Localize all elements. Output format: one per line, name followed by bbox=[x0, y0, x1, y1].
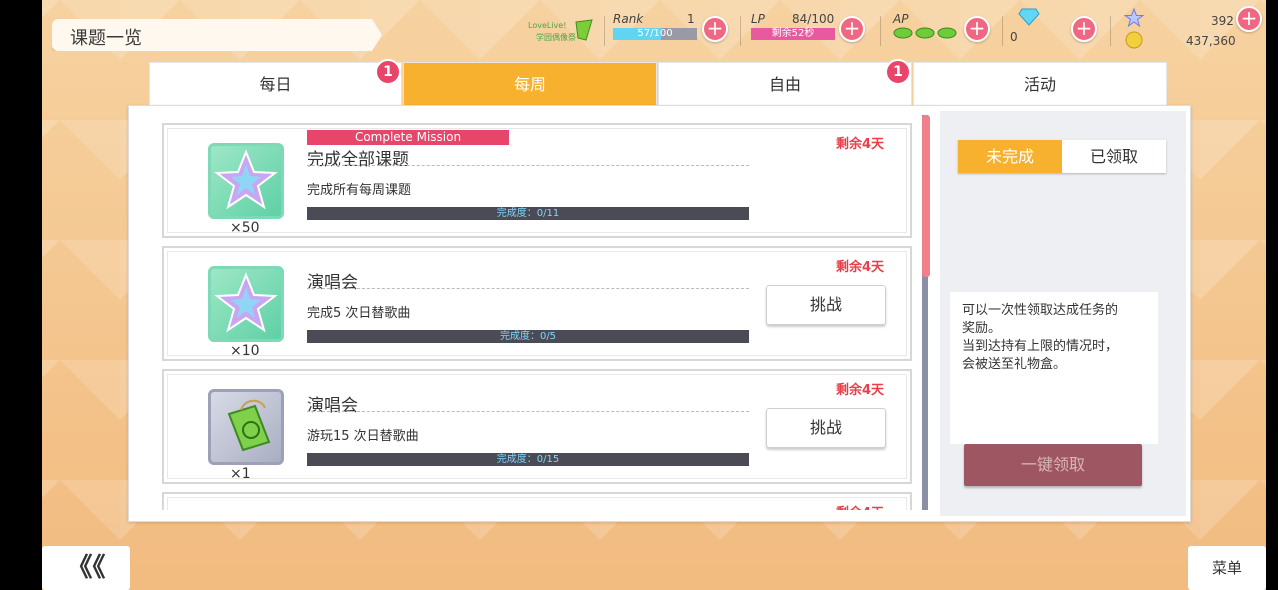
lp-remain-bar: 剩余52秒 bbox=[751, 28, 835, 40]
left-letterbox bbox=[0, 0, 42, 590]
info-text: 会被送至礼物盒。 bbox=[962, 357, 1067, 372]
svg-text:学园偶像祭: 学园偶像祭 bbox=[536, 32, 576, 42]
status-toggle: 未完成 已领取 bbox=[958, 140, 1166, 173]
mission-progress-bar: 完成度：0/5 bbox=[307, 330, 749, 343]
sticker-value: 392 bbox=[1211, 14, 1234, 28]
toggle-incomplete[interactable]: 未完成 bbox=[958, 140, 1062, 173]
rank-plus-button[interactable]: + bbox=[702, 16, 728, 42]
tab-free[interactable]: 自由 bbox=[658, 62, 912, 106]
mission-item: ×50 Complete Mission 完成全部课题 完成所有每周课题 完成度… bbox=[162, 123, 912, 238]
mission-divider bbox=[307, 165, 749, 166]
mission-list[interactable]: ×50 Complete Mission 完成全部课题 完成所有每周课题 完成度… bbox=[160, 115, 920, 510]
challenge-button[interactable]: 挑战 bbox=[766, 408, 886, 448]
complete-mission-tag: Complete Mission bbox=[307, 130, 509, 145]
mission-item: ×1 演唱会 游玩15 次日替歌曲 完成度：0/15 剩余4天 挑战 bbox=[162, 369, 912, 484]
challenge-button[interactable]: 挑战 bbox=[766, 285, 886, 325]
mission-description: 完成所有每周课题 bbox=[307, 183, 412, 198]
ticket-tag-icon bbox=[208, 389, 284, 465]
mission-item: 剩余4天 bbox=[162, 492, 912, 510]
gold-coin-icon bbox=[1125, 31, 1143, 49]
lovelive-logo-icon: LoveLive! 学园偶像祭 bbox=[528, 19, 593, 42]
toggle-claimed[interactable]: 已领取 bbox=[1062, 140, 1166, 173]
info-box: 可以一次性领取达成任务的 奖励。 当到达持有上限的情况时， 会被送至礼物盒。 bbox=[950, 292, 1158, 444]
tab-daily-badge: 1 bbox=[375, 59, 401, 85]
mission-progress-bar: 完成度：0/11 bbox=[307, 207, 749, 220]
mission-divider bbox=[307, 411, 749, 412]
ap-leaves-icon bbox=[893, 27, 957, 39]
mission-description: 完成5 次日替歌曲 bbox=[307, 306, 411, 321]
scrollbar-thumb[interactable] bbox=[922, 115, 930, 277]
sticker-icon bbox=[1124, 8, 1144, 28]
ap-plus-button[interactable]: + bbox=[964, 16, 990, 42]
star-crystal-icon bbox=[208, 266, 284, 342]
mission-divider bbox=[307, 288, 749, 289]
mission-title: 完成全部课题 bbox=[307, 150, 409, 170]
svg-text:LoveLive!: LoveLive! bbox=[528, 21, 566, 30]
tab-weekly[interactable]: 每周 bbox=[403, 62, 657, 106]
mission-title: 演唱会 bbox=[307, 273, 358, 293]
tab-free-badge: 1 bbox=[885, 59, 911, 85]
mission-progress-bar: 完成度：0/15 bbox=[307, 453, 749, 466]
info-text: 奖励。 bbox=[962, 321, 1002, 336]
mission-title: 演唱会 bbox=[307, 396, 358, 416]
claim-all-button[interactable]: 一键领取 bbox=[964, 444, 1142, 486]
reward-count: ×50 bbox=[230, 220, 260, 236]
rank-exp-bar: 57/100 bbox=[613, 28, 697, 40]
info-text: 可以一次性领取达成任务的 bbox=[962, 303, 1119, 318]
back-button[interactable]: 《《 bbox=[42, 546, 130, 590]
mission-description: 游玩15 次日替歌曲 bbox=[307, 429, 419, 444]
mission-item: ×10 演唱会 完成5 次日替歌曲 完成度：0/5 剩余4天 挑战 bbox=[162, 246, 912, 361]
rank-value: 1 bbox=[687, 12, 695, 26]
diamond-icon bbox=[1018, 8, 1040, 26]
lp-plus-button[interactable]: + bbox=[839, 16, 865, 42]
tab-event[interactable]: 活动 bbox=[913, 62, 1167, 106]
status-divider bbox=[1002, 16, 1003, 46]
menu-button[interactable]: 菜单 bbox=[1188, 546, 1266, 590]
mission-remaining-time: 剩余4天 bbox=[835, 383, 884, 398]
lp-value: 84/100 bbox=[792, 12, 835, 26]
reward-count: ×1 bbox=[230, 466, 251, 482]
status-divider bbox=[740, 16, 741, 46]
status-divider bbox=[1110, 16, 1111, 46]
right-letterbox bbox=[1266, 0, 1278, 590]
info-text: 当到达持有上限的情况时， bbox=[962, 339, 1119, 354]
status-divider bbox=[880, 16, 881, 46]
reward-count: ×10 bbox=[230, 343, 260, 359]
page-title: 课题一览 bbox=[70, 28, 142, 49]
status-divider bbox=[604, 16, 605, 46]
gem-plus-button[interactable]: + bbox=[1071, 16, 1097, 42]
rank-label: Rank bbox=[613, 12, 644, 26]
gold-value: 437,360 bbox=[1186, 34, 1236, 48]
mission-remaining-time: 剩余4天 bbox=[836, 502, 884, 510]
star-crystal-icon bbox=[208, 143, 284, 219]
tab-daily[interactable]: 每日 bbox=[149, 62, 402, 106]
gem-value: 0 bbox=[1010, 30, 1018, 44]
mission-remaining-time: 剩余4天 bbox=[835, 137, 884, 152]
currency-plus-button[interactable]: + bbox=[1236, 6, 1262, 32]
lp-label: LP bbox=[751, 12, 765, 26]
mission-remaining-time: 剩余4天 bbox=[835, 260, 884, 275]
